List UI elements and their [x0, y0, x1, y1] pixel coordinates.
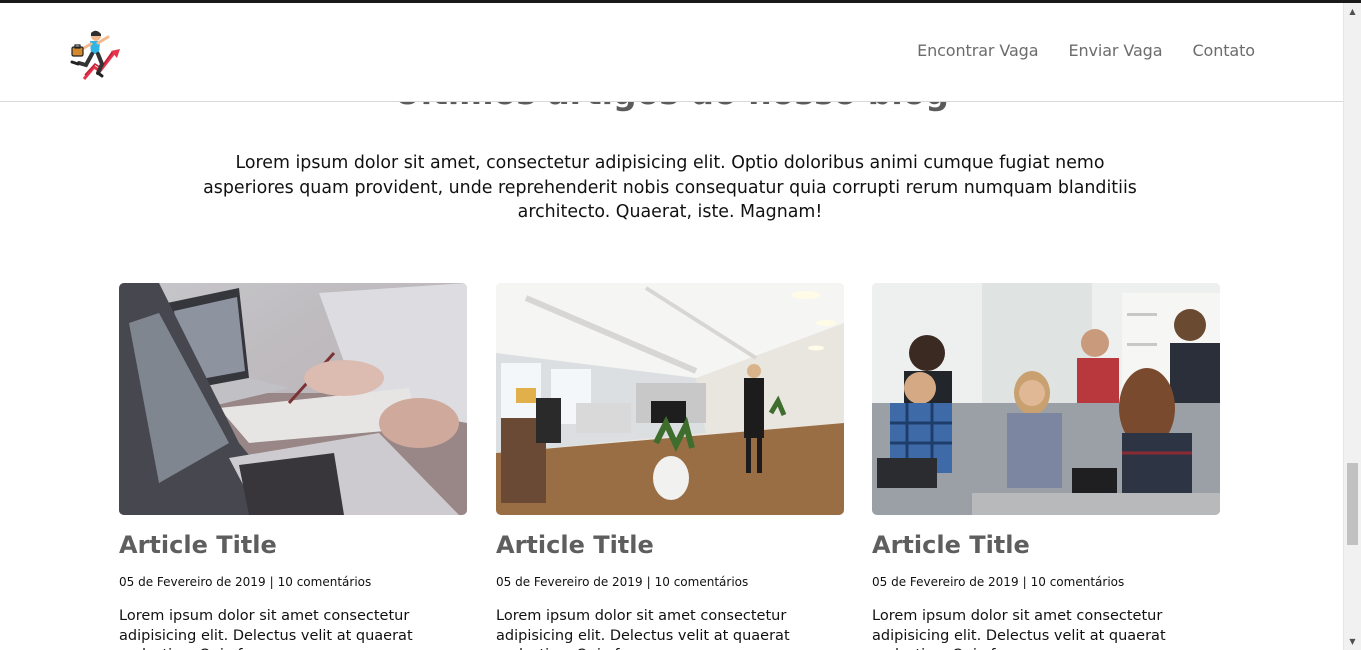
blog-intro-text: Lorem ipsum dolor sit amet, consectetur … [203, 153, 1137, 222]
article-date: 05 de Fevereiro de 2019 [496, 575, 643, 589]
nav-link-encontrar-vaga[interactable]: Encontrar Vaga [917, 41, 1038, 60]
open-office-photo[interactable] [496, 283, 844, 515]
article-title[interactable]: Article Title [496, 531, 844, 559]
article-card: Article Title 05 de Fevereiro de 2019 | 10… [496, 283, 844, 650]
article-title[interactable]: Article Title [872, 531, 1220, 559]
article-card: Article Title 05 de Fevereiro de 2019 | 10… [119, 283, 467, 650]
article-excerpt: Lorem ipsum dolor sit amet consectetur a… [496, 608, 790, 650]
nav-link-contato[interactable]: Contato [1192, 41, 1255, 60]
scrollbar-thumb[interactable] [1347, 463, 1358, 545]
laptop-meeting-photo[interactable] [119, 283, 467, 515]
meta-separator: | [1022, 575, 1027, 589]
team-discussion-photo[interactable] [872, 283, 1220, 515]
article-date: 05 de Fevereiro de 2019 [872, 575, 1019, 589]
page-viewport: Últimos artigos do nosso blog En [0, 3, 1343, 650]
article-date: 05 de Fevereiro de 2019 [119, 575, 266, 589]
article-meta: 05 de Fevereiro de 2019 | 10 comentários [119, 575, 467, 589]
runner-growth-chart-icon[interactable] [68, 27, 124, 83]
article-meta: 05 de Fevereiro de 2019 | 10 comentários [496, 575, 844, 589]
article-card: Article Title 05 de Fevereiro de 2019 | 10… [872, 283, 1220, 650]
scroll-down-arrow-icon[interactable]: ▼ [1344, 633, 1361, 650]
article-comments[interactable]: 10 comentários [1031, 575, 1125, 589]
meta-separator: | [269, 575, 274, 589]
article-meta: 05 de Fevereiro de 2019 | 10 comentários [872, 575, 1220, 589]
nav-link-enviar-vaga[interactable]: Enviar Vaga [1068, 41, 1162, 60]
article-title[interactable]: Article Title [119, 531, 467, 559]
meta-separator: | [646, 575, 651, 589]
article-comments[interactable]: 10 comentários [655, 575, 749, 589]
scroll-up-arrow-icon[interactable]: ▲ [1344, 3, 1361, 20]
navbar: Encontrar Vaga Enviar Vaga Contato [0, 3, 1343, 102]
vertical-scrollbar[interactable]: ▲ ▼ [1343, 3, 1361, 650]
article-excerpt: Lorem ipsum dolor sit amet consectetur a… [119, 608, 413, 650]
article-excerpt: Lorem ipsum dolor sit amet consectetur a… [872, 608, 1166, 650]
article-comments[interactable]: 10 comentários [278, 575, 372, 589]
main-nav: Encontrar Vaga Enviar Vaga Contato [917, 41, 1255, 60]
